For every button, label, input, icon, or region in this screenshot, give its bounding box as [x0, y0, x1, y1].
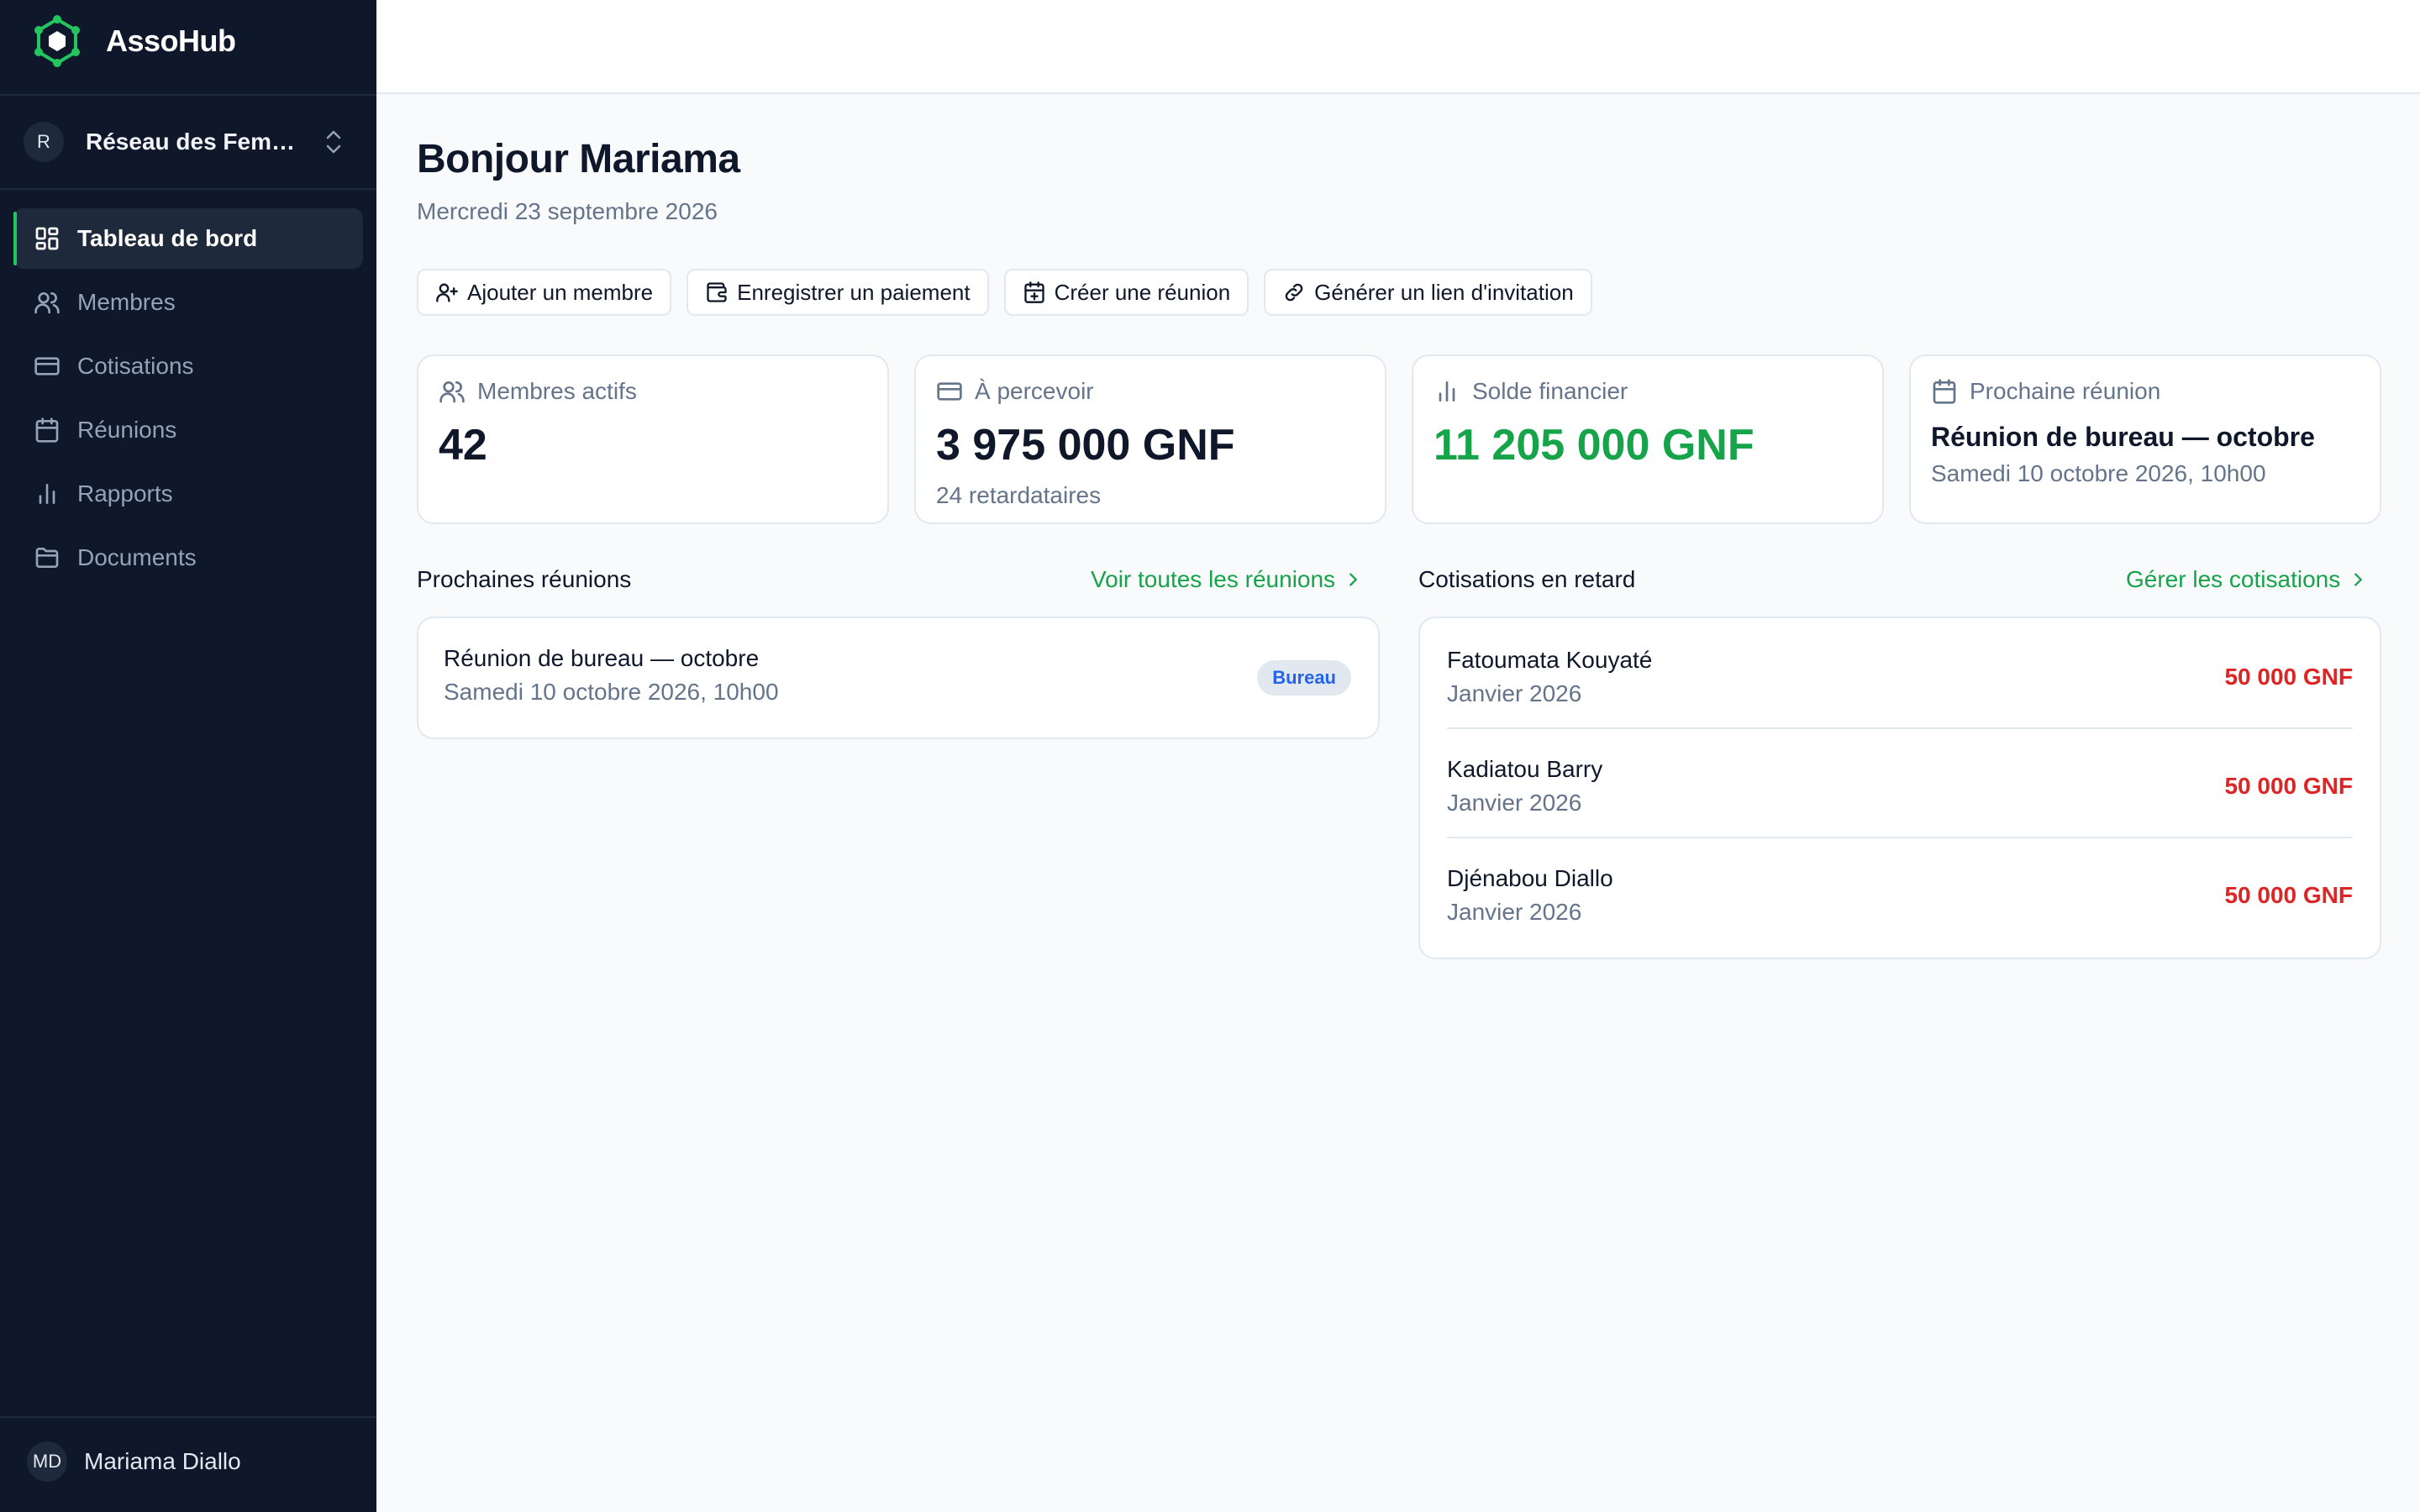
- folder-icon: [35, 548, 59, 568]
- sidebar-item-label: Documents: [77, 544, 197, 570]
- users-icon: [34, 292, 60, 314]
- sidebar-nav: Tableau de bord Membres Cotisations Réun…: [13, 208, 363, 591]
- credit-card-icon: [937, 382, 962, 401]
- divider: [0, 188, 376, 190]
- sidebar-item-label: Cotisations: [77, 353, 194, 379]
- generate-invite-link-button[interactable]: Générer un lien d'invitation: [1264, 269, 1592, 316]
- bar-chart-icon: [1439, 381, 1455, 402]
- calendar-icon: [1933, 379, 1956, 404]
- upcoming-meetings-card: Réunion de bureau — octobre Samedi 10 oc…: [417, 617, 1380, 739]
- org-avatar: R: [24, 122, 64, 162]
- contribution-period: Janvier 2026: [1447, 899, 1582, 925]
- list-item[interactable]: Kadiatou Barry Janvier 2026 50 000 GNF: [1447, 727, 2353, 837]
- member-name: Fatoumata Kouyaté: [1447, 647, 1653, 673]
- late-contributions-title: Cotisations en retard: [1418, 566, 1636, 592]
- link-label: Voir toutes les réunions: [1091, 566, 1336, 592]
- stat-label: Prochaine réunion: [1970, 378, 2161, 404]
- stat-label: À percevoir: [975, 378, 1094, 404]
- stat-card-balance: Solde financier 11 205 000 GNF: [1412, 354, 1884, 524]
- sidebar-item-contributions[interactable]: Cotisations: [13, 336, 363, 396]
- calendar-icon: [35, 417, 59, 443]
- late-contributions-card: Fatoumata Kouyaté Janvier 2026 50 000 GN…: [1418, 617, 2381, 959]
- stat-card-receivable: À percevoir 3 975 000 GNF 24 retardatair…: [914, 354, 1386, 524]
- sidebar-item-label: Membres: [77, 289, 176, 315]
- button-label: Générer un lien d'invitation: [1314, 279, 1574, 305]
- sidebar-item-meetings[interactable]: Réunions: [13, 400, 363, 460]
- sidebar-item-label: Tableau de bord: [77, 225, 258, 251]
- chevron-right-icon: [2354, 573, 2363, 586]
- user-menu[interactable]: MD Mariama Diallo: [27, 1436, 241, 1487]
- amount-due: 50 000 GNF: [2224, 882, 2353, 908]
- button-label: Enregistrer un paiement: [737, 279, 971, 305]
- divider: [0, 94, 376, 96]
- list-item[interactable]: Djénabou Diallo Janvier 2026 50 000 GNF: [1447, 837, 2353, 946]
- contribution-period: Janvier 2026: [1447, 790, 1582, 816]
- user-name: Mariama Diallo: [84, 1448, 241, 1474]
- record-payment-button[interactable]: Enregistrer un paiement: [687, 269, 989, 316]
- avatar: MD: [27, 1441, 67, 1482]
- sidebar: AssoHub R Réseau des Femm... Tableau de …: [0, 0, 376, 1512]
- next-meeting-date: Samedi 10 octobre 2026, 10h00: [1931, 460, 2266, 486]
- sidebar-item-members[interactable]: Membres: [13, 272, 363, 333]
- org-name: Réseau des Femm...: [86, 129, 304, 155]
- stat-value: 11 205 000 GNF: [1434, 421, 1754, 470]
- org-switcher[interactable]: R Réseau des Femm...: [24, 116, 353, 168]
- member-name: Kadiatou Barry: [1447, 756, 1603, 782]
- stats-row: Membres actifs 42 À percevoir 3 975 000 …: [417, 354, 2381, 524]
- quick-actions: Ajouter un membre Enregistrer un paiemen…: [417, 269, 1592, 316]
- list-item[interactable]: Fatoumata Kouyaté Janvier 2026 50 000 GN…: [1447, 618, 2353, 727]
- meeting-date: Samedi 10 octobre 2026, 10h00: [444, 679, 779, 705]
- button-label: Créer une réunion: [1054, 279, 1231, 305]
- stat-value: 42: [439, 421, 487, 470]
- app-name: AssoHub: [106, 24, 236, 58]
- upcoming-meetings-title: Prochaines réunions: [417, 566, 632, 592]
- page-date: Mercredi 23 septembre 2026: [417, 198, 718, 224]
- stat-value: 3 975 000 GNF: [936, 421, 1235, 470]
- stat-label: Membres actifs: [477, 378, 637, 404]
- create-meeting-button[interactable]: Créer une réunion: [1003, 269, 1249, 316]
- sidebar-item-documents[interactable]: Documents: [13, 528, 363, 588]
- sidebar-item-reports[interactable]: Rapports: [13, 464, 363, 524]
- amount-due: 50 000 GNF: [2224, 773, 2353, 799]
- wallet-icon: [707, 282, 727, 302]
- add-member-button[interactable]: Ajouter un membre: [417, 269, 672, 316]
- stat-subtext: 24 retardataires: [936, 482, 1102, 508]
- button-label: Ajouter un membre: [467, 279, 654, 305]
- user-plus-icon: [436, 283, 458, 302]
- link-label: Gérer les cotisations: [2126, 566, 2341, 592]
- view-all-meetings-link[interactable]: Voir toutes les réunions: [1091, 566, 1362, 593]
- bar-chart-icon: [39, 484, 55, 504]
- page-title: Bonjour Mariama: [417, 137, 740, 181]
- stat-label: Solde financier: [1472, 378, 1628, 404]
- calendar-plus-icon: [1023, 281, 1044, 303]
- credit-card-icon: [34, 357, 60, 375]
- link-icon: [1285, 283, 1303, 302]
- top-bar: [376, 0, 2420, 94]
- next-meeting-title: Réunion de bureau — octobre: [1931, 422, 2315, 452]
- meeting-type-badge: Bureau: [1257, 660, 1351, 696]
- sidebar-item-label: Réunions: [77, 417, 177, 443]
- chevron-up-down-icon: [326, 130, 341, 154]
- list-item[interactable]: Réunion de bureau — octobre Samedi 10 oc…: [444, 645, 779, 706]
- dashboard-icon: [35, 227, 59, 250]
- users-icon: [439, 381, 465, 403]
- contribution-period: Janvier 2026: [1447, 680, 1582, 706]
- main-content: Bonjour Mariama Mercredi 23 septembre 20…: [376, 94, 2420, 1512]
- stat-card-next-meeting[interactable]: Prochaine réunion Réunion de bureau — oc…: [1909, 354, 2381, 524]
- stat-card-active-members: Membres actifs 42: [417, 354, 889, 524]
- sidebar-item-dashboard[interactable]: Tableau de bord: [13, 208, 363, 269]
- sidebar-item-label: Rapports: [77, 480, 173, 507]
- brand[interactable]: AssoHub: [30, 15, 236, 67]
- member-name: Djénabou Diallo: [1447, 865, 1613, 891]
- hexagon-logo-icon: [34, 15, 80, 67]
- chevron-right-icon: [1349, 573, 1358, 586]
- manage-contributions-link[interactable]: Gérer les cotisations: [2126, 566, 2367, 593]
- meeting-title: Réunion de bureau — octobre: [444, 645, 760, 671]
- divider: [0, 1416, 376, 1418]
- amount-due: 50 000 GNF: [2224, 664, 2353, 690]
